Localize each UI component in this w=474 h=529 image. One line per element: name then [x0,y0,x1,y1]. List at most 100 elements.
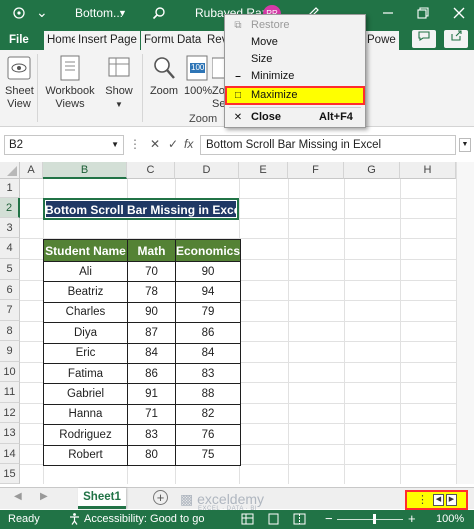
row-header-13[interactable]: 13 [0,423,20,444]
table-cell[interactable]: Eric [43,342,128,364]
row-header-3[interactable]: 3 [0,218,20,238]
minimize-window-icon[interactable] [381,6,395,23]
scroll-tabs-left-icon[interactable]: ◀ [14,491,22,502]
menu-item-minimize[interactable]: – Minimize [225,68,365,85]
comment-icon[interactable] [412,30,436,48]
table-cell[interactable]: 80 [127,444,176,466]
menu-item-close[interactable]: ✕ Close Alt+F4 [225,109,365,126]
table-cell[interactable]: 82 [174,403,242,426]
zoom-slider-thumb[interactable] [373,514,376,524]
sheet-tab-sheet1[interactable]: Sheet1 [78,488,126,509]
tab-power-pivot[interactable]: Powe [364,31,399,50]
table-cell[interactable]: 70 [127,260,176,283]
row-header-2[interactable]: 2 [0,198,20,218]
tab-data[interactable]: Data [174,31,205,50]
table-cell[interactable]: 71 [127,403,176,426]
menu-item-size[interactable]: Size [225,51,365,68]
zoom-to-selection-button[interactable]: Zo Se [211,54,227,111]
autosave-icon[interactable] [12,6,26,23]
table-cell[interactable]: 83 [127,424,176,446]
table-cell[interactable]: 90 [174,260,242,283]
tab-insert[interactable]: Insert [75,31,110,50]
row-header-14[interactable]: 14 [0,444,20,464]
select-all-corner[interactable] [0,162,20,179]
scroll-right-arrow-icon[interactable]: ▶ [446,494,457,506]
table-cell[interactable]: 83 [174,362,242,385]
zoom-slider-track[interactable] [337,519,403,520]
zoom-100-button[interactable]: 100 100% [184,54,212,98]
table-cell[interactable]: 86 [127,362,176,385]
table-cell[interactable]: 84 [127,342,176,364]
table-cell[interactable]: 87 [127,322,176,344]
table-cell[interactable]: 90 [127,301,176,324]
table-cell[interactable]: 78 [127,281,176,303]
row-header-9[interactable]: 9 [0,341,20,362]
row-header-12[interactable]: 12 [0,403,20,423]
column-header-g[interactable]: G [344,162,400,179]
table-cell[interactable]: 76 [174,424,242,446]
table-cell[interactable]: Fatima [43,362,128,385]
column-header-d[interactable]: D [175,162,239,179]
column-header-c[interactable]: C [127,162,175,179]
search-icon[interactable] [152,6,166,23]
row-header-7[interactable]: 7 [0,300,20,321]
row-header-8[interactable]: 8 [0,321,20,341]
zoom-in-button[interactable]: + [408,511,416,526]
cancel-icon[interactable]: ✕ [150,137,160,151]
vertical-scrollbar[interactable] [456,162,474,484]
undo-arrow-icon[interactable]: ⌄ [36,4,48,21]
status-accessibility[interactable]: Accessibility: Good to go [84,513,204,525]
chevron-down-icon[interactable]: ▼ [118,8,127,18]
column-header-f[interactable]: F [288,162,344,179]
row-header-4[interactable]: 4 [0,238,20,259]
more-options-icon[interactable]: ⋮ [417,493,428,506]
table-cell[interactable]: Charles [43,301,128,324]
column-header-a[interactable]: A [20,162,43,179]
page-layout-icon[interactable] [267,513,280,528]
show-button[interactable]: Show ▼ [104,54,134,111]
page-break-icon[interactable] [293,513,306,528]
workbook-views-button[interactable]: Workbook Views [44,54,96,111]
tab-file[interactable]: File [6,31,32,50]
sheet-view-button[interactable]: Sheet View [5,54,34,111]
close-window-icon[interactable] [452,6,466,23]
menu-item-maximize[interactable]: □ Maximize [225,86,365,105]
zoom-button[interactable]: Zoom [149,54,179,98]
header-math[interactable]: Math [127,239,176,262]
scroll-tabs-right-icon[interactable]: ▶ [40,491,48,502]
row-header-11[interactable]: 11 [0,382,20,403]
column-header-e[interactable]: E [239,162,288,179]
name-box[interactable]: B2 ▼ [4,135,124,155]
table-cell[interactable]: 79 [174,301,242,324]
add-sheet-icon[interactable]: + [153,490,168,505]
normal-view-icon[interactable] [241,513,254,528]
column-header-h[interactable]: H [400,162,456,179]
row-header-5[interactable]: 5 [0,259,20,280]
header-economics[interactable]: Economics [174,239,242,262]
accessibility-icon[interactable] [68,512,81,528]
table-cell[interactable]: 75 [174,444,242,466]
more-options-icon[interactable]: ⋮ [129,137,141,151]
formula-input[interactable]: Bottom Scroll Bar Missing in Excel [200,135,456,155]
tab-page-layout[interactable]: Page [107,31,140,50]
table-cell[interactable]: Diya [43,322,128,344]
menu-item-restore[interactable]: ⧉ Restore [225,17,365,34]
row-header-10[interactable]: 10 [0,362,20,382]
title-cell-b2[interactable]: Bottom Scroll Bar Missing in Excel [43,198,239,220]
expand-formula-icon[interactable]: ▼ [459,138,471,152]
confirm-icon[interactable]: ✓ [168,137,178,151]
menu-item-move[interactable]: Move [225,34,365,51]
row-header-1[interactable]: 1 [0,179,20,198]
table-cell[interactable]: 88 [174,383,242,405]
insert-function-icon[interactable]: fx [184,137,193,151]
table-cell[interactable]: Ali [43,260,128,283]
table-cell[interactable]: Beatriz [43,281,128,303]
table-cell[interactable]: Robert [43,444,128,466]
table-cell[interactable]: 91 [127,383,176,405]
table-cell[interactable]: Hanna [43,403,128,426]
row-header-15[interactable]: 15 [0,464,20,484]
row-header-6[interactable]: 6 [0,280,20,300]
table-cell[interactable]: 84 [174,342,242,364]
zoom-level[interactable]: 100% [436,513,464,525]
header-student-name[interactable]: Student Name [43,239,128,262]
